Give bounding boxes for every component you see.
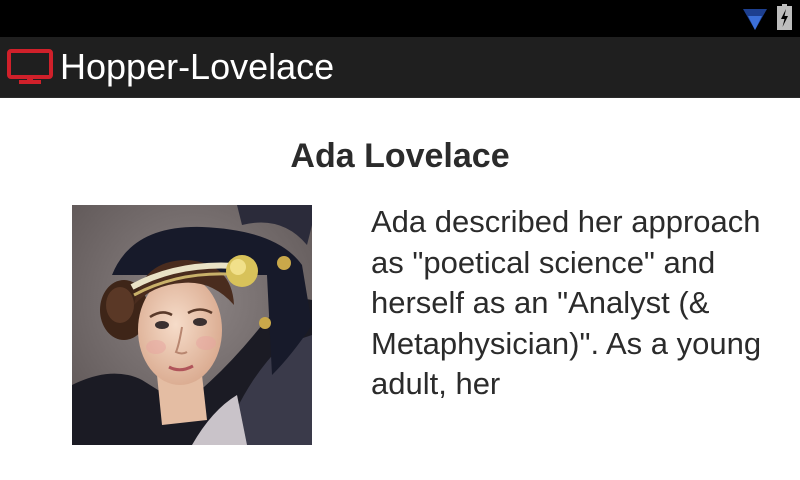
portrait-image [72,205,312,445]
action-bar: Hopper-Lovelace [0,37,800,98]
battery-charging-icon [777,4,792,30]
bio-text: Ada described her approach as "poetical … [371,204,762,401]
status-bar [0,0,800,37]
app-title: Hopper-Lovelace [60,46,335,87]
profile-content: Ada Lovelace Ada described her approach … [0,98,800,480]
monitor-icon[interactable] [7,49,53,85]
wifi-icon [743,9,767,30]
person-name: Ada Lovelace [290,137,510,175]
